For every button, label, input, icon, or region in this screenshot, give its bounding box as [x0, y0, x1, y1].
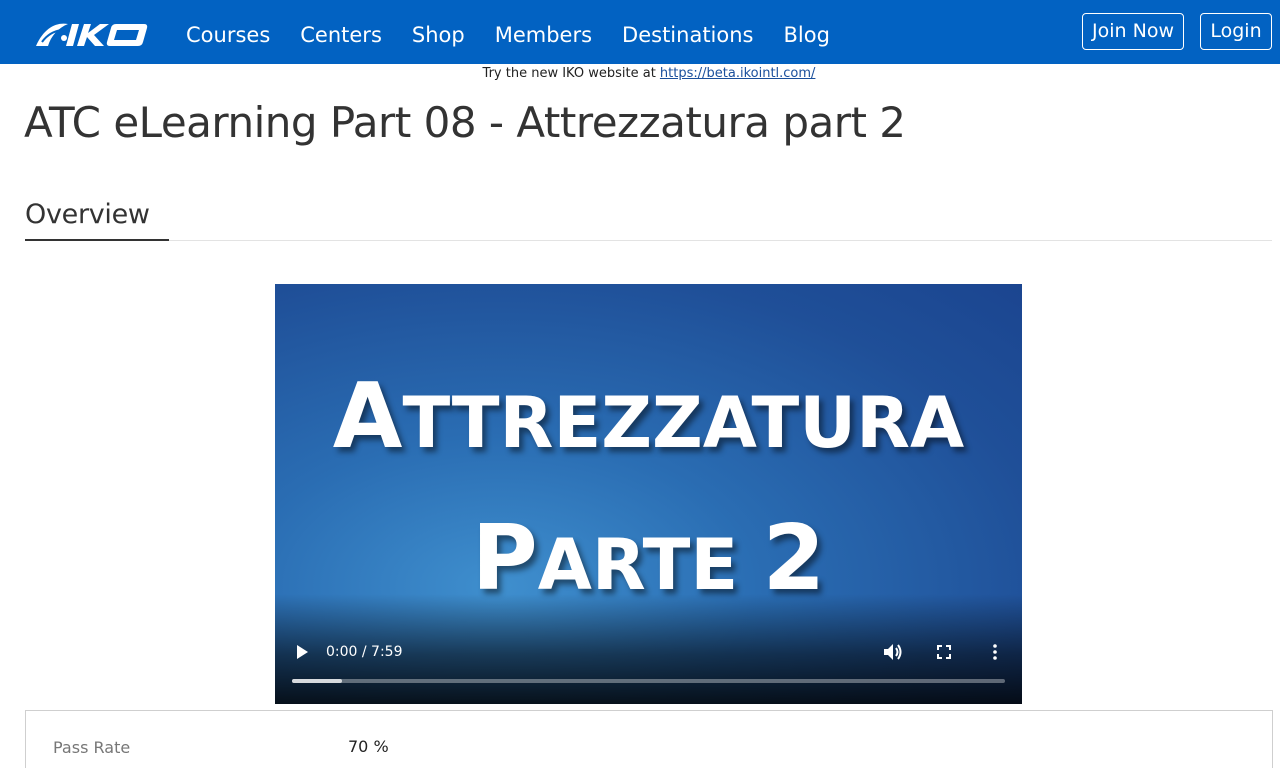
- volume-icon[interactable]: [883, 643, 903, 661]
- video-time-display: 0:00 / 7:59: [326, 644, 403, 660]
- video-player[interactable]: ATTREZZATURA PARTE 2 0:00 / 7:59: [275, 284, 1022, 704]
- login-button[interactable]: Login: [1200, 13, 1272, 50]
- page-title: ATC eLearning Part 08 - Attrezzatura par…: [24, 98, 906, 147]
- tab-active-underline: [25, 239, 169, 241]
- video-title-line1-initial: A: [332, 364, 403, 469]
- nav-shop[interactable]: Shop: [412, 20, 465, 50]
- main-nav: Courses Centers Shop Members Destination…: [186, 20, 860, 50]
- course-info-table: Pass Rate 70 %: [25, 710, 1273, 768]
- tab-divider: [25, 240, 1272, 241]
- video-buffered-bar: [292, 679, 342, 683]
- beta-banner: Try the new IKO website at https://beta.…: [0, 66, 1280, 81]
- tab-overview[interactable]: Overview: [25, 199, 150, 230]
- nav-members[interactable]: Members: [495, 20, 592, 50]
- more-vertical-icon[interactable]: [992, 644, 998, 660]
- pass-rate-label: Pass Rate: [53, 738, 131, 757]
- top-navbar: Courses Centers Shop Members Destination…: [0, 0, 1280, 64]
- join-now-button[interactable]: Join Now: [1082, 13, 1184, 50]
- video-title-line-1: ATTREZZATURA: [275, 364, 1022, 469]
- nav-destinations[interactable]: Destinations: [622, 20, 753, 50]
- play-icon[interactable]: [295, 645, 309, 659]
- iko-logo[interactable]: [34, 16, 150, 50]
- video-title-line1-rest: TTREZZATURA: [402, 382, 965, 464]
- beta-site-link[interactable]: https://beta.ikointl.com/: [660, 66, 816, 81]
- nav-centers[interactable]: Centers: [300, 20, 382, 50]
- fullscreen-icon[interactable]: [937, 645, 951, 659]
- nav-courses[interactable]: Courses: [186, 20, 270, 50]
- video-progress-bar[interactable]: [292, 679, 1005, 683]
- pass-rate-value: 70 %: [348, 737, 389, 756]
- beta-banner-text: Try the new IKO website at: [482, 66, 660, 81]
- nav-blog[interactable]: Blog: [784, 20, 830, 50]
